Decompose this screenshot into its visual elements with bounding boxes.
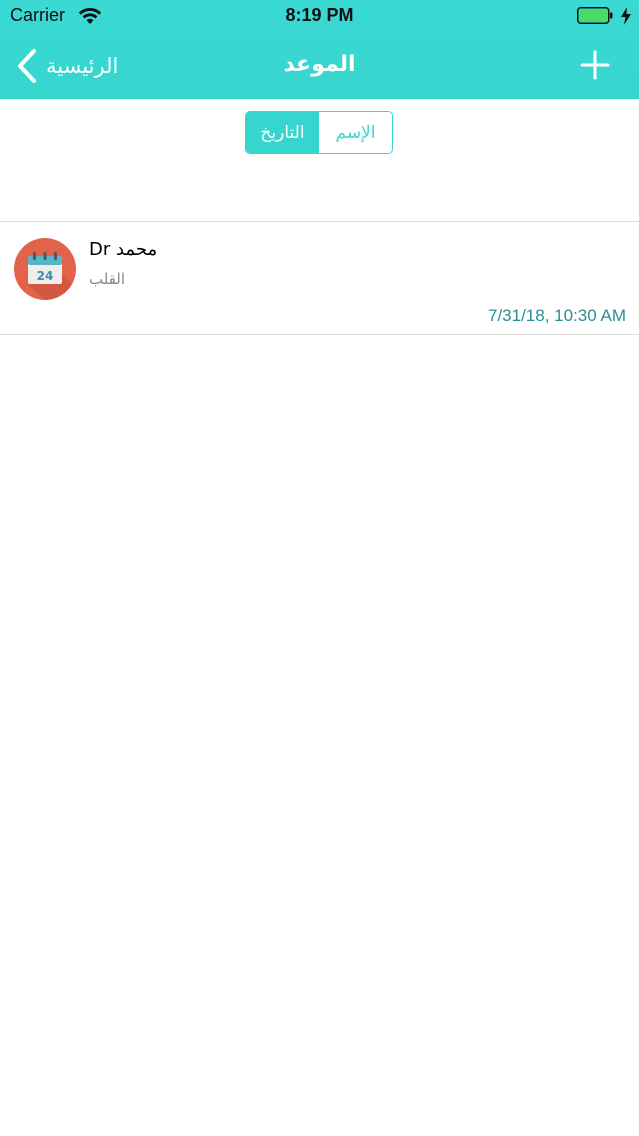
navigation-header: Carrier 8:19 PM الرئيسية الموعد <box>0 0 639 99</box>
sort-segmented-control[interactable]: التاريخ الإسم <box>245 111 393 154</box>
battery-icon <box>577 7 613 24</box>
calendar-day-number: 24 <box>37 269 54 283</box>
appointment-row[interactable]: 24 Dr محمد القلب 7/31/18, 10:30 AM <box>0 222 639 334</box>
status-time: 8:19 PM <box>285 5 354 25</box>
status-bar: Carrier 8:19 PM <box>0 0 639 34</box>
plus-icon[interactable] <box>578 48 612 82</box>
calendar-icon: 24 <box>14 238 76 300</box>
appointment-specialty: القلب <box>89 270 126 288</box>
list-row-divider <box>0 334 639 335</box>
segment-name[interactable]: الإسم <box>319 112 392 153</box>
segment-date[interactable]: التاريخ <box>246 112 319 153</box>
page-title: الموعد <box>283 52 356 77</box>
appointment-datetime: 7/31/18, 10:30 AM <box>488 306 626 325</box>
charging-bolt-icon <box>621 7 631 25</box>
appointment-doctor-name: Dr محمد <box>89 239 158 260</box>
